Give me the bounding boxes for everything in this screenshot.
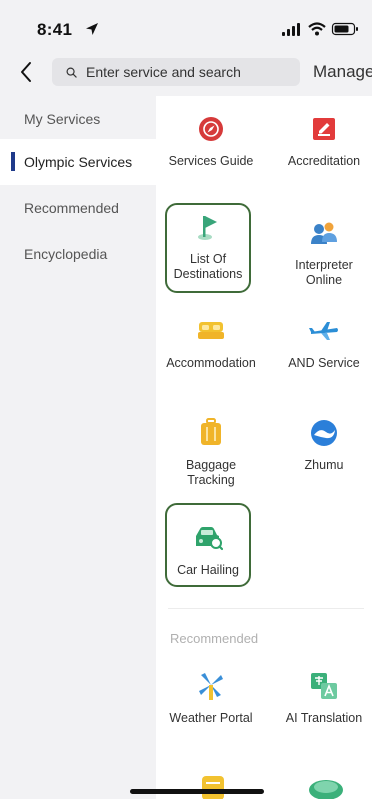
zhumu-icon [311, 420, 337, 446]
sidebar-item-recommended[interactable]: Recommended [0, 185, 156, 231]
signal-icon [282, 23, 300, 36]
manage-link[interactable]: Manage [313, 62, 372, 82]
search-input[interactable]: Enter service and search [52, 58, 300, 86]
tile-label: Accommodation [166, 356, 256, 370]
interpreter-icon [311, 222, 337, 244]
status-bar: 8:41 [0, 0, 372, 48]
search-icon [66, 66, 79, 79]
status-time: 8:41 [37, 20, 73, 39]
ai-translation-tile[interactable]: AI Translation [274, 671, 372, 726]
plane-icon [309, 322, 338, 340]
services-guide-tile[interactable]: Services Guide [161, 114, 261, 169]
wifi-icon [308, 22, 326, 36]
interpreter-online-tile[interactable]: Interpreter Online [274, 218, 372, 288]
back-button[interactable] [12, 58, 40, 86]
sidebar-item-olympic-services[interactable]: Olympic Services [0, 139, 156, 185]
active-indicator [11, 152, 15, 171]
tile-label: List Of Destinations [173, 252, 243, 281]
document-icon [202, 776, 224, 799]
chevron-left-icon [21, 62, 31, 82]
sidebar-item-label: Olympic Services [24, 154, 133, 170]
compass-icon [199, 117, 223, 141]
cloud-icon [309, 780, 343, 799]
translate-icon [311, 673, 337, 699]
status-icons [282, 22, 358, 36]
section-divider [168, 608, 364, 609]
car-icon [196, 527, 223, 551]
tile-label: Zhumu [304, 458, 344, 472]
tile-label: Services Guide [168, 154, 254, 168]
accreditation-tile[interactable]: Accreditation [274, 114, 372, 169]
recommended-section-title: Recommended [170, 631, 259, 646]
accommodation-tile[interactable]: Accommodation [161, 316, 261, 371]
search-placeholder: Enter service and search [86, 64, 241, 80]
battery-icon [331, 22, 358, 36]
car-hailing-tile[interactable]: Car Hailing [158, 523, 258, 578]
sidebar-item-my-services[interactable]: My Services [0, 96, 156, 142]
and-service-tile[interactable]: AND Service [274, 316, 372, 371]
tile-label: AND Service [288, 356, 360, 370]
sidebar: My Services Olympic Services Recommended… [0, 96, 156, 799]
service-grid: Services Guide Accreditation List Of Des… [156, 96, 372, 799]
edit-icon [313, 118, 335, 140]
bed-icon [198, 322, 224, 339]
weather-portal-tile[interactable]: Weather Portal [161, 671, 261, 726]
tile-label: AI Translation [285, 711, 363, 725]
baggage-tracking-tile[interactable]: Baggage Tracking [161, 418, 261, 488]
home-indicator [130, 789, 264, 794]
tile-label: Accreditation [287, 154, 361, 168]
list-of-destinations-tile[interactable]: List Of Destinations [158, 212, 258, 282]
sidebar-item-encyclopedia[interactable]: Encyclopedia [0, 231, 156, 277]
windmill-icon [199, 673, 223, 700]
zhumu-tile[interactable]: Zhumu [274, 418, 372, 473]
tile-label: Car Hailing [177, 563, 239, 577]
location-arrow-icon [86, 23, 98, 35]
header: Enter service and search Manage [0, 48, 372, 96]
sidebar-item-label: My Services [24, 111, 101, 127]
tile-label: Weather Portal [169, 711, 253, 725]
flag-icon [198, 216, 217, 240]
tile-label: Interpreter Online [295, 258, 353, 287]
sidebar-item-label: Encyclopedia [24, 246, 108, 262]
tile-label: Baggage Tracking [185, 458, 237, 487]
luggage-icon [201, 418, 221, 445]
sidebar-item-label: Recommended [24, 200, 119, 216]
